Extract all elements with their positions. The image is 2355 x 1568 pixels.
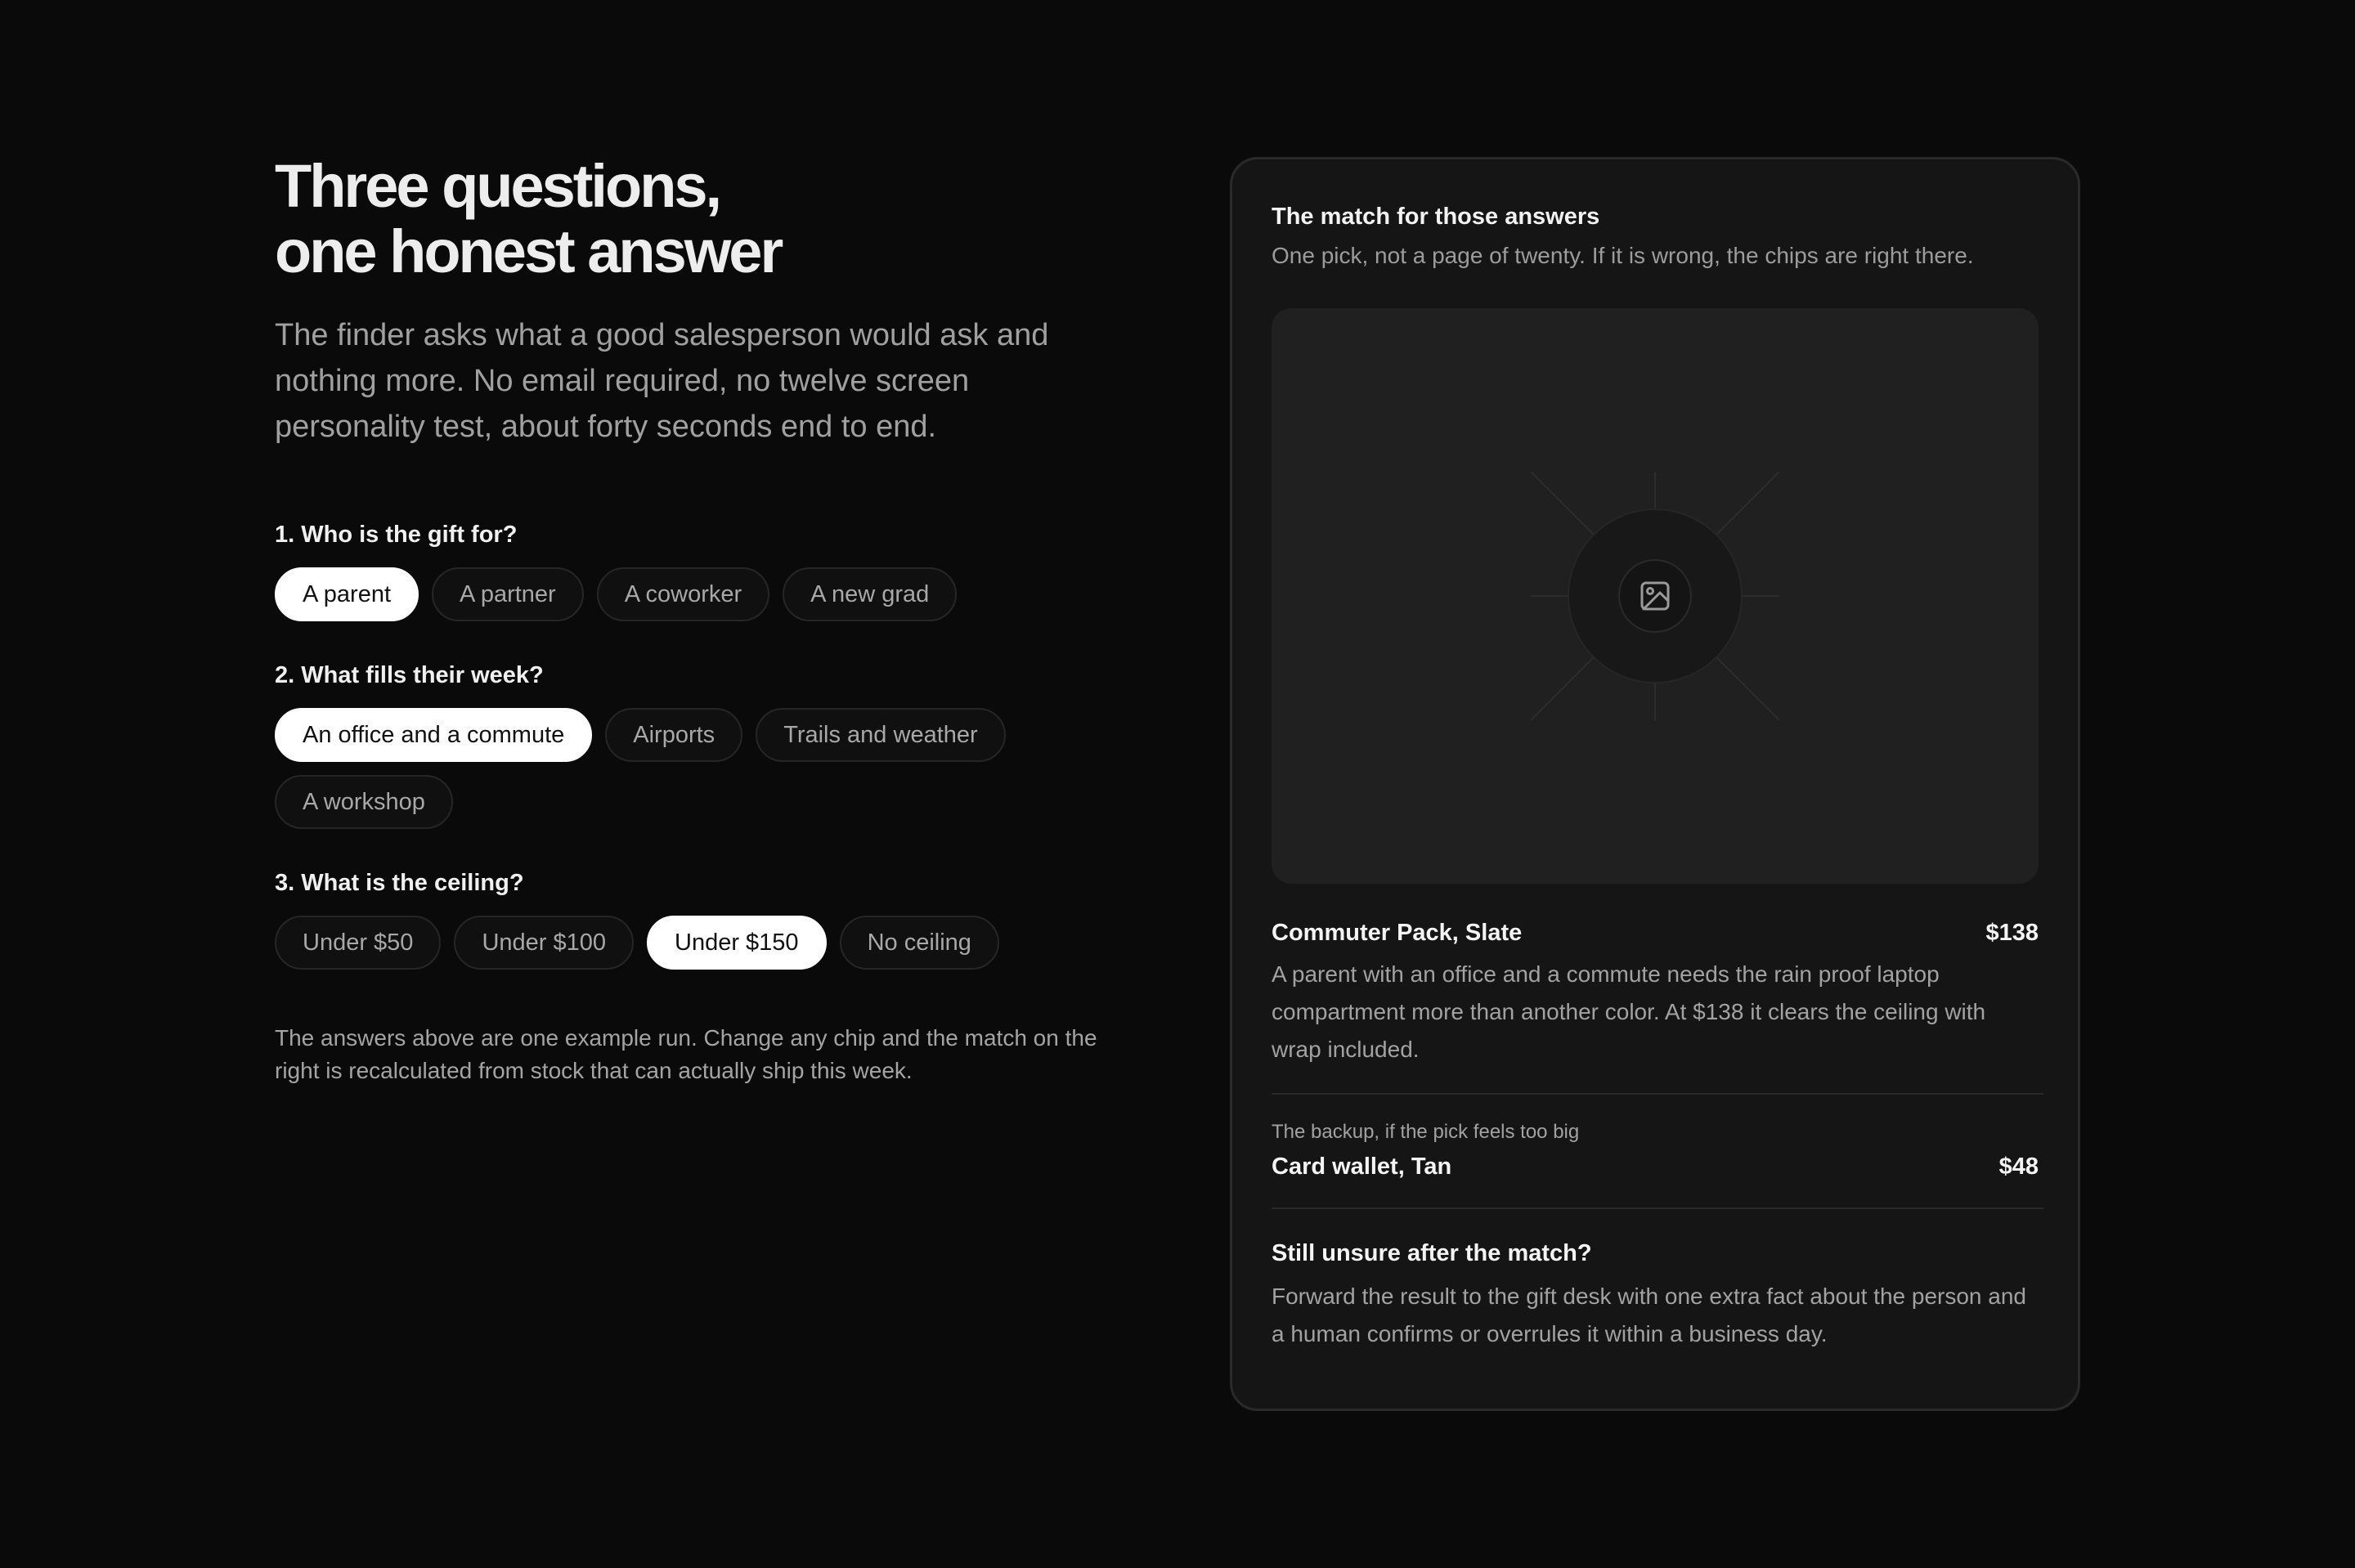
example-run-note: The answers above are one example run. C…: [275, 1025, 1097, 1083]
ceiling-chip-group: Under $50 Under $100 Under $150 No ceili…: [275, 916, 1125, 970]
product-description: A parent with an office and a commute ne…: [1272, 961, 1986, 1062]
chip-office-commute[interactable]: An office and a commute: [275, 708, 593, 762]
match-card: The match for those answers One pick, no…: [1230, 157, 2080, 1411]
divider: [1272, 1207, 2043, 1209]
week-chip-group: An office and a commute Airports Trails …: [275, 708, 1060, 829]
match-subtitle: One pick, not a page of twenty. If it is…: [1272, 243, 1974, 268]
divider: [1272, 1093, 2043, 1095]
chip-workshop[interactable]: A workshop: [275, 775, 453, 829]
image-placeholder-graphic: [1530, 471, 1780, 721]
chip-trails-weather[interactable]: Trails and weather: [756, 708, 1006, 762]
page-title-line-2: one honest answer: [275, 217, 783, 285]
product-row: Commuter Pack, Slate $138: [1272, 916, 2039, 949]
question-ceiling-label: 3. What is the ceiling?: [275, 870, 524, 896]
backup-product-price: $48: [1998, 1154, 2039, 1180]
chip-under-150[interactable]: Under $150: [647, 916, 827, 970]
product-price: $138: [1985, 920, 2039, 946]
product-name[interactable]: Commuter Pack, Slate: [1272, 916, 1522, 949]
backup-product-name[interactable]: Card wallet, Tan: [1272, 1150, 1451, 1183]
backup-row: Card wallet, Tan $48: [1272, 1150, 2039, 1183]
backup-label: The backup, if the pick feels too big: [1272, 1121, 1580, 1143]
chip-airports[interactable]: Airports: [605, 708, 743, 762]
chip-a-coworker[interactable]: A coworker: [596, 567, 770, 621]
question-recipient-label: 1. Who is the gift for?: [275, 522, 518, 548]
question-week-label: 2. What fills their week?: [275, 662, 544, 688]
product-image-placeholder: [1272, 308, 2039, 884]
match-title: The match for those answers: [1272, 204, 1600, 230]
chip-under-100[interactable]: Under $100: [454, 916, 634, 970]
page-title: Three questions, one honest answer: [275, 154, 1125, 284]
unsure-description: Forward the result to the gift desk with…: [1272, 1284, 2026, 1346]
chip-no-ceiling[interactable]: No ceiling: [839, 916, 999, 970]
gift-finder-panel: Three questions, one honest answer The f…: [275, 154, 1125, 1087]
recipient-chip-group: A parent A partner A coworker A new grad: [275, 567, 1125, 621]
chip-a-parent[interactable]: A parent: [275, 567, 419, 621]
chip-a-new-grad[interactable]: A new grad: [783, 567, 958, 621]
chip-under-50[interactable]: Under $50: [275, 916, 442, 970]
page-title-line-1: Three questions,: [275, 152, 722, 220]
chip-a-partner[interactable]: A partner: [432, 567, 584, 621]
unsure-title: Still unsure after the match?: [1272, 1240, 1592, 1266]
intro-text: The finder asks what a good salesperson …: [275, 318, 1049, 444]
